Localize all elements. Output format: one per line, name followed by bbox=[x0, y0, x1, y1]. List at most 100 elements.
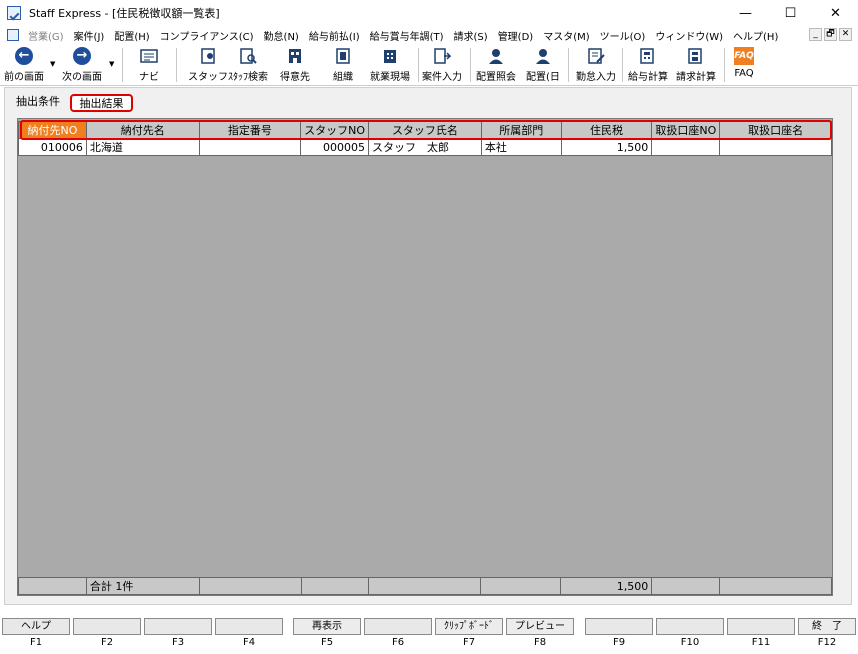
table-row[interactable]: 010006 北海道 000005 スタッフ 太郎 本社 1,500 bbox=[18, 138, 832, 156]
back-label: 前の画面 bbox=[4, 72, 44, 83]
col-staff-no[interactable]: スタッフNO bbox=[300, 121, 370, 139]
f9-button[interactable] bbox=[585, 618, 653, 635]
menu-attendance[interactable]: 勤怠(N) bbox=[259, 28, 304, 43]
table-header-row: 納付先NO 納付先名 指定番号 スタッフNO スタッフ氏名 所属部門 住民税 取… bbox=[18, 121, 832, 139]
worksite-label: 就業現場 bbox=[370, 72, 410, 83]
col-payee-name[interactable]: 納付先名 bbox=[85, 121, 200, 139]
org-button[interactable]: 組織 bbox=[332, 46, 354, 84]
menu-compliance[interactable]: コンプライアンス(C) bbox=[155, 28, 259, 43]
staff-button[interactable]: スタッフ bbox=[188, 46, 228, 84]
document-icon[interactable] bbox=[7, 29, 19, 41]
maximize-button[interactable]: ☐ bbox=[768, 0, 813, 26]
f11-button[interactable] bbox=[727, 618, 795, 635]
close-button[interactable]: ✕ bbox=[813, 0, 858, 26]
assign-view-button[interactable]: 配置照会 bbox=[476, 46, 516, 84]
preview-button[interactable]: プレビュー bbox=[506, 618, 574, 635]
staff-search-button[interactable]: ｽﾀｯﾌ検索 bbox=[228, 46, 268, 84]
assign-view-label: 配置照会 bbox=[476, 72, 516, 83]
menu-admin[interactable]: 管理(D) bbox=[493, 28, 539, 43]
menu-window[interactable]: ウィンドウ(W) bbox=[650, 28, 728, 43]
col-account-no[interactable]: 取扱口座NO bbox=[651, 121, 721, 139]
total-cell bbox=[18, 577, 87, 595]
mdi-close-button[interactable]: ✕ bbox=[839, 28, 852, 41]
client-button[interactable]: 得意先 bbox=[280, 46, 310, 84]
menu-billing[interactable]: 請求(S) bbox=[449, 28, 493, 43]
f9-key[interactable]: F9 bbox=[585, 618, 653, 651]
col-resident-tax[interactable]: 住民税 bbox=[560, 121, 653, 139]
cell-staff-name[interactable]: スタッフ 太郎 bbox=[368, 138, 482, 156]
f6-button[interactable] bbox=[364, 618, 432, 635]
f4-button[interactable] bbox=[215, 618, 283, 635]
cell-payee-no[interactable]: 010006 bbox=[18, 138, 87, 156]
cell-account-no[interactable] bbox=[651, 138, 721, 156]
back-button[interactable]: ← 前の画面 bbox=[4, 46, 44, 84]
tab-criteria[interactable]: 抽出条件 bbox=[16, 94, 60, 112]
col-account-name[interactable]: 取扱口座名 bbox=[719, 121, 832, 139]
next-button[interactable]: → 次の画面 bbox=[62, 46, 102, 84]
f5-key[interactable]: 再表示 F5 bbox=[293, 618, 361, 651]
col-payee-no[interactable]: 納付先NO bbox=[18, 121, 87, 139]
f2-label: F2 bbox=[100, 637, 114, 648]
cell-designated-no[interactable] bbox=[198, 138, 302, 156]
mdi-restore-button[interactable]: 🗗 bbox=[824, 28, 837, 41]
menu-help[interactable]: ヘルプ(H) bbox=[728, 28, 783, 43]
menu-payroll[interactable]: 給与賞与年調(T) bbox=[365, 28, 449, 43]
col-department[interactable]: 所属部門 bbox=[480, 121, 562, 139]
billing-button[interactable]: 請求計算 bbox=[676, 46, 716, 84]
exit-button[interactable]: 終 了 bbox=[798, 618, 856, 635]
menu-assignment[interactable]: 配置(H) bbox=[109, 28, 154, 43]
f6-key[interactable]: F6 bbox=[364, 618, 432, 651]
worksite-button[interactable]: 就業現場 bbox=[370, 46, 410, 84]
billing-icon bbox=[688, 48, 702, 64]
client-label: 得意先 bbox=[280, 72, 310, 83]
f8-key[interactable]: プレビュー F8 bbox=[506, 618, 574, 651]
f10-key[interactable]: F10 bbox=[656, 618, 724, 651]
next-dropdown-icon[interactable]: ▼ bbox=[109, 60, 114, 68]
cell-payee-name[interactable]: 北海道 bbox=[85, 138, 200, 156]
job-input-button[interactable]: 案件入力 bbox=[422, 46, 462, 84]
f3-key[interactable]: F3 bbox=[144, 618, 212, 651]
tab-results[interactable]: 抽出結果 bbox=[70, 94, 133, 112]
f1-key[interactable]: ヘルプ F1 bbox=[2, 618, 70, 651]
menu-master[interactable]: マスタ(M) bbox=[538, 28, 594, 43]
mdi-minimize-button[interactable]: _ bbox=[809, 28, 822, 41]
total-cell bbox=[198, 577, 302, 595]
f1-button[interactable]: ヘルプ bbox=[2, 618, 70, 635]
attendance-button[interactable]: 勤怠入力 bbox=[576, 46, 616, 84]
navi-icon bbox=[140, 49, 158, 63]
f10-button[interactable] bbox=[656, 618, 724, 635]
menu-prepayment[interactable]: 給与前払(I) bbox=[304, 28, 365, 43]
f11-key[interactable]: F11 bbox=[727, 618, 795, 651]
f11-label: F11 bbox=[751, 637, 771, 648]
cell-account-name[interactable] bbox=[719, 138, 832, 156]
payroll-button[interactable]: 給与計算 bbox=[628, 46, 668, 84]
cell-resident-tax[interactable]: 1,500 bbox=[560, 138, 653, 156]
f9-label: F9 bbox=[612, 637, 626, 648]
col-designated-no[interactable]: 指定番号 bbox=[198, 121, 302, 139]
total-cell bbox=[480, 577, 562, 595]
f1-label: F1 bbox=[29, 637, 43, 648]
menu-tools[interactable]: ツール(O) bbox=[595, 28, 651, 43]
f2-key[interactable]: F2 bbox=[73, 618, 141, 651]
faq-button[interactable]: FAQ FAQ bbox=[733, 46, 755, 84]
col-staff-name[interactable]: スタッフ氏名 bbox=[368, 121, 482, 139]
f4-key[interactable]: F4 bbox=[215, 618, 283, 651]
menu-jobs[interactable]: 案件(J) bbox=[69, 28, 110, 43]
f3-button[interactable] bbox=[144, 618, 212, 635]
f7-key[interactable]: ｸﾘｯﾌﾟﾎﾞｰﾄﾞ F7 bbox=[435, 618, 503, 651]
navi-button[interactable]: ナビ bbox=[138, 46, 160, 84]
app-icon bbox=[7, 6, 21, 20]
payroll-icon bbox=[640, 48, 654, 64]
assign-day-button[interactable]: 配置(日 bbox=[526, 46, 560, 84]
menu-sales[interactable]: 営業(G) bbox=[23, 28, 69, 43]
cell-staff-no[interactable]: 000005 bbox=[300, 138, 370, 156]
total-cell bbox=[300, 577, 369, 595]
back-dropdown-icon[interactable]: ▼ bbox=[50, 60, 55, 68]
minimize-button[interactable]: — bbox=[723, 0, 768, 26]
refresh-button[interactable]: 再表示 bbox=[293, 618, 361, 635]
f12-key[interactable]: 終 了 F12 bbox=[798, 618, 856, 651]
f2-button[interactable] bbox=[73, 618, 141, 635]
clipboard-button[interactable]: ｸﾘｯﾌﾟﾎﾞｰﾄﾞ bbox=[435, 618, 503, 635]
staff-search-label: ｽﾀｯﾌ検索 bbox=[228, 72, 268, 83]
cell-department[interactable]: 本社 bbox=[480, 138, 562, 156]
